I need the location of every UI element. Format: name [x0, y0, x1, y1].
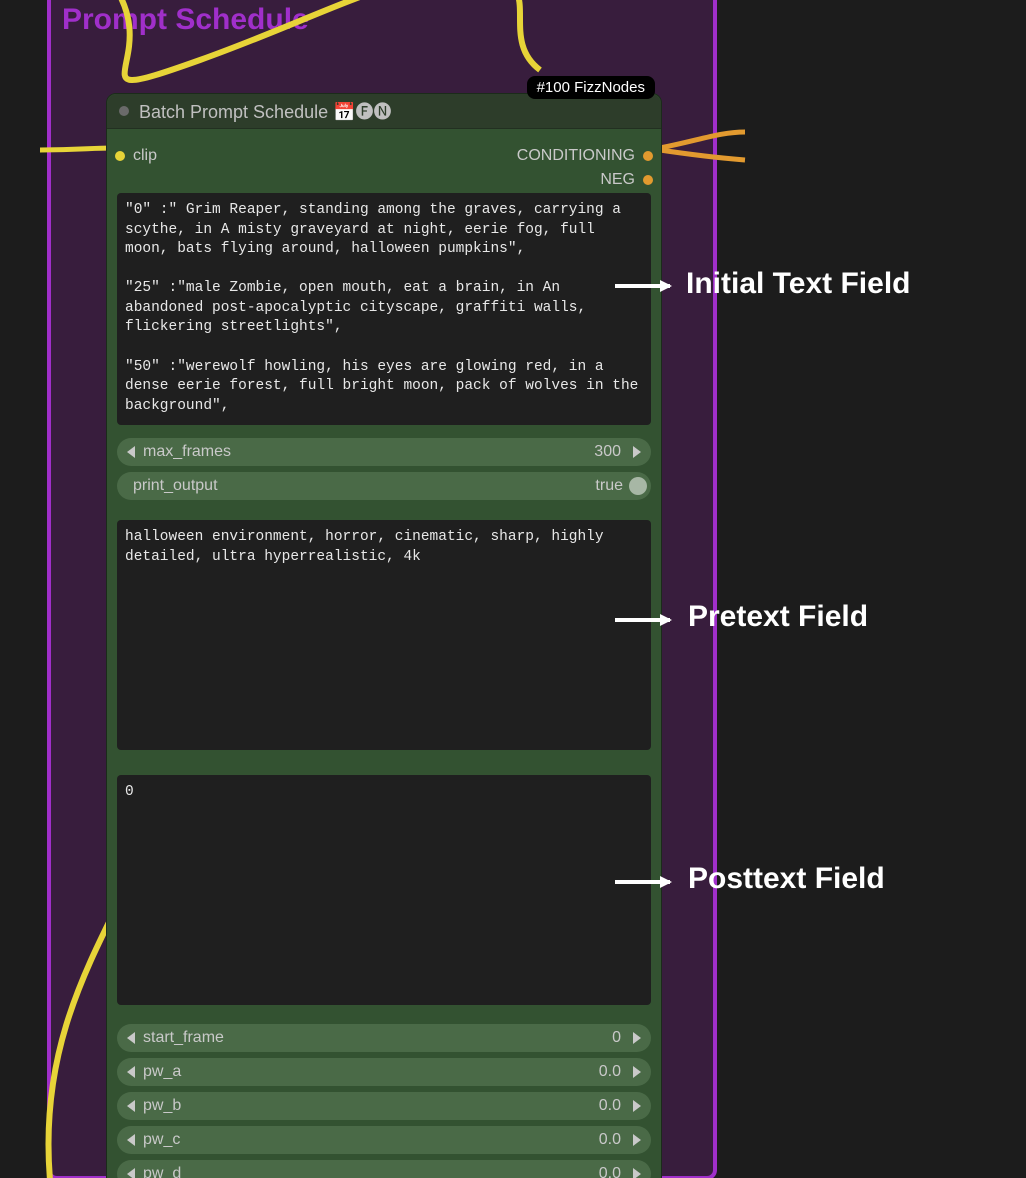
annotation-arrow-icon: [615, 284, 670, 288]
port-dot-icon: [643, 151, 653, 161]
port-dot-icon: [643, 175, 653, 185]
annotation-posttext: Posttext Field: [688, 862, 885, 896]
node-badge: #100 FizzNodes: [527, 76, 655, 99]
widget-value[interactable]: 0.0: [599, 1063, 621, 1081]
increment-icon[interactable]: [633, 1100, 641, 1112]
posttext-textarea[interactable]: [117, 775, 651, 1005]
output-port-label: NEG: [600, 171, 635, 189]
pw-d-widget[interactable]: pw_d 0.0: [117, 1160, 651, 1178]
decrement-icon[interactable]: [127, 1032, 135, 1044]
decrement-icon[interactable]: [127, 446, 135, 458]
node-titlebar[interactable]: Batch Prompt Schedule 📅🅕🅝: [107, 94, 661, 129]
widget-label: pw_a: [143, 1063, 181, 1081]
annotation-initial: Initial Text Field: [686, 267, 910, 301]
widget-value: true: [595, 477, 623, 495]
batch-prompt-schedule-node[interactable]: #100 FizzNodes Batch Prompt Schedule 📅🅕🅝…: [106, 93, 662, 1178]
widget-value[interactable]: 0.0: [599, 1165, 621, 1178]
group-title: Prompt Schedule: [62, 3, 309, 37]
increment-icon[interactable]: [633, 1032, 641, 1044]
port-dot-icon: [115, 151, 125, 161]
node-title: Batch Prompt Schedule 📅🅕🅝: [139, 98, 392, 124]
node-ports: clip CONDITIONING NEG: [107, 129, 661, 193]
output-port-conditioning[interactable]: CONDITIONING: [517, 147, 653, 165]
annotation-arrow-icon: [615, 618, 670, 622]
increment-icon[interactable]: [633, 1134, 641, 1146]
widget-label: print_output: [133, 477, 218, 495]
widget-value[interactable]: 0.0: [599, 1131, 621, 1149]
annotation-arrow-icon: [615, 880, 670, 884]
decrement-icon[interactable]: [127, 1066, 135, 1078]
widget-label: pw_b: [143, 1097, 181, 1115]
output-port-neg[interactable]: NEG: [600, 171, 653, 189]
widget-label: pw_c: [143, 1131, 180, 1149]
max-frames-widget[interactable]: max_frames 300: [117, 438, 651, 466]
widget-value[interactable]: 0: [612, 1029, 621, 1047]
node-body: max_frames 300 print_output true start_f…: [107, 193, 661, 1178]
print-output-toggle[interactable]: print_output true: [117, 472, 651, 500]
pretext-textarea[interactable]: [117, 520, 651, 750]
toggle-knob-icon[interactable]: [629, 477, 647, 495]
decrement-icon[interactable]: [127, 1168, 135, 1178]
prompt-schedule-textarea[interactable]: [117, 193, 651, 425]
widget-label: start_frame: [143, 1029, 224, 1047]
pw-a-widget[interactable]: pw_a 0.0: [117, 1058, 651, 1086]
widget-label: pw_d: [143, 1165, 181, 1178]
pw-b-widget[interactable]: pw_b 0.0: [117, 1092, 651, 1120]
widget-label: max_frames: [143, 443, 231, 461]
widget-value[interactable]: 0.0: [599, 1097, 621, 1115]
increment-icon[interactable]: [633, 1066, 641, 1078]
output-port-label: CONDITIONING: [517, 147, 635, 165]
start-frame-widget[interactable]: start_frame 0: [117, 1024, 651, 1052]
annotation-pretext: Pretext Field: [688, 600, 868, 634]
input-port-clip[interactable]: clip: [115, 147, 157, 165]
decrement-icon[interactable]: [127, 1100, 135, 1112]
increment-icon[interactable]: [633, 446, 641, 458]
decrement-icon[interactable]: [127, 1134, 135, 1146]
input-port-label: clip: [133, 147, 157, 165]
collapse-dot-icon[interactable]: [119, 106, 129, 116]
increment-icon[interactable]: [633, 1168, 641, 1178]
pw-c-widget[interactable]: pw_c 0.0: [117, 1126, 651, 1154]
widget-value[interactable]: 300: [594, 443, 621, 461]
